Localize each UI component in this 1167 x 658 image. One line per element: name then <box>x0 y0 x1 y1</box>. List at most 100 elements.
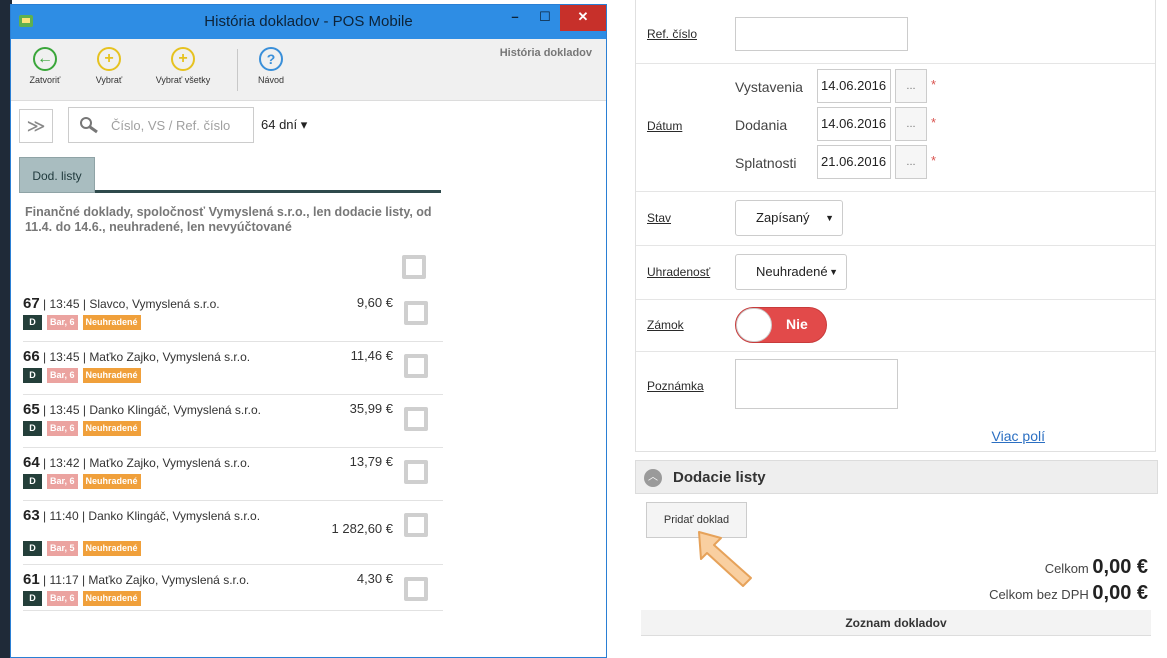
row-checkbox[interactable] <box>404 301 428 325</box>
date-row: Dátum Vystavenia 14.06.2016 ... * Dodani… <box>636 64 1155 192</box>
total-no-vat-label: Celkom bez DPH <box>989 587 1089 602</box>
pos-window: História dokladov - POS Mobile – ☐ ✕ ← Z… <box>10 4 607 658</box>
row-checkbox[interactable] <box>404 577 428 601</box>
document-time: 11:17 <box>49 573 79 587</box>
paid-select[interactable]: Neuhradené ▼ <box>735 254 847 290</box>
type-badge: D <box>23 541 42 556</box>
row-main: 65 | 13:45 | Danko Klingáč, Vymyslená s.… <box>23 401 261 418</box>
search-icon <box>80 117 98 134</box>
select-all-button[interactable]: + Vybrať všetky <box>149 47 217 85</box>
status-badge: Neuhradené <box>82 368 141 383</box>
status-badge: Neuhradené <box>82 591 141 606</box>
table-row[interactable]: 61 | 11:17 | Maťko Zajko, Vymyslená s.r.… <box>23 565 443 611</box>
close-button[interactable]: ← Zatvoriť <box>25 47 65 85</box>
document-number: 67 <box>23 295 40 312</box>
filter-row: ≫ Číslo, VS / Ref. číslo 64 dní ▾ <box>11 101 606 153</box>
paid-row: Uhradenosť Neuhradené ▼ <box>636 246 1155 300</box>
state-value: Zapísaný <box>756 210 810 225</box>
document-tags: D Bar, 6 Neuhradené <box>23 591 146 606</box>
status-badge: Neuhradené <box>82 541 141 556</box>
section-title: História dokladov <box>499 47 592 59</box>
toolbar-divider <box>237 49 238 91</box>
search-input[interactable]: Číslo, VS / Ref. číslo <box>68 107 254 143</box>
total-no-vat: Celkom bez DPH 0,00 € <box>989 582 1148 605</box>
issue-date-picker-button[interactable]: ... <box>895 69 927 103</box>
date-label: Dátum <box>647 119 683 133</box>
state-select[interactable]: Zapísaný ▼ <box>735 200 843 236</box>
table-row[interactable]: 65 | 13:45 | Danko Klingáč, Vymyslená s.… <box>23 395 443 448</box>
document-number: 65 <box>23 401 40 418</box>
lock-toggle[interactable]: Nie <box>735 307 827 343</box>
row-main: 64 | 13:42 | Maťko Zajko, Vymyslená s.r.… <box>23 454 251 471</box>
document-list-header: Zoznam dokladov <box>641 610 1151 636</box>
required-mark: * <box>931 153 937 168</box>
document-amount: 13,79 € <box>349 454 393 469</box>
maximize-button[interactable]: ☐ <box>533 5 557 31</box>
delivery-date-picker-button[interactable]: ... <box>895 107 927 141</box>
close-window-button[interactable]: ✕ <box>560 5 606 31</box>
paid-label: Uhradenosť <box>647 265 711 279</box>
document-time: 13:45 <box>49 297 80 311</box>
select-all-label: Vybrať všetky <box>155 75 211 85</box>
row-checkbox[interactable] <box>404 407 428 431</box>
help-button[interactable]: ? Návod <box>251 47 291 85</box>
document-time: 13:45 <box>49 350 80 364</box>
tab-bar: Dod. listy <box>19 153 441 193</box>
title-bar[interactable]: História dokladov - POS Mobile – ☐ ✕ <box>11 5 606 39</box>
status-badge: Neuhradené <box>82 315 141 330</box>
tab-delivery-notes[interactable]: Dod. listy <box>19 157 95 193</box>
select-all-checkbox[interactable] <box>402 255 426 279</box>
document-number: 61 <box>23 571 40 588</box>
table-row[interactable]: 64 | 13:42 | Maťko Zajko, Vymyslená s.r.… <box>23 448 443 501</box>
total-value: 0,00 € <box>1092 556 1148 578</box>
table-badge: Bar, 6 <box>47 368 78 383</box>
days-dropdown[interactable]: 64 dní ▾ <box>261 117 307 133</box>
issue-date-input[interactable]: 14.06.2016 <box>817 69 891 103</box>
select-button[interactable]: + Vybrať <box>89 47 129 85</box>
document-customer: Slavco, Vymyslená s.r.o. <box>89 297 220 311</box>
type-badge: D <box>23 474 42 489</box>
table-row[interactable]: 66 | 13:45 | Maťko Zajko, Vymyslená s.r.… <box>23 342 443 395</box>
document-amount: 1 282,60 € <box>331 521 393 536</box>
table-badge: Bar, 5 <box>47 541 78 556</box>
row-checkbox[interactable] <box>404 354 428 378</box>
lock-row: Zámok Nie <box>636 300 1155 352</box>
minimize-button[interactable]: – <box>504 5 526 31</box>
type-badge: D <box>23 421 42 436</box>
expand-filters-button[interactable]: ≫ <box>19 109 53 143</box>
document-customer: Maťko Zajko, Vymyslená s.r.o. <box>89 456 251 470</box>
document-number: 66 <box>23 348 40 365</box>
due-date-picker-button[interactable]: ... <box>895 145 927 179</box>
table-badge: Bar, 6 <box>47 421 78 436</box>
note-label: Poznámka <box>647 379 704 393</box>
document-customer: Danko Klingáč, Vymyslená s.r.o. <box>89 403 261 417</box>
ref-number-input[interactable] <box>735 17 908 51</box>
document-time: 13:42 <box>49 456 80 470</box>
plus-icon: + <box>97 47 121 71</box>
delivery-notes-header[interactable]: ︿ Dodacie listy <box>635 460 1158 494</box>
row-checkbox[interactable] <box>404 460 428 484</box>
type-badge: D <box>23 368 42 383</box>
row-checkbox[interactable] <box>404 513 428 537</box>
more-fields-link[interactable]: Viac polí <box>992 428 1045 444</box>
document-time: 11:40 <box>49 509 79 523</box>
delivery-date-input[interactable]: 14.06.2016 <box>817 107 891 141</box>
note-row: Poznámka <box>636 352 1155 452</box>
table-row[interactable]: 67 | 13:45 | Slavco, Vymyslená s.r.o. 9,6… <box>23 289 443 342</box>
collapse-icon[interactable]: ︿ <box>644 469 662 487</box>
search-placeholder: Číslo, VS / Ref. číslo <box>111 118 231 133</box>
document-amount: 11,46 € <box>350 348 393 363</box>
delivery-notes-title: Dodacie listy <box>673 469 766 486</box>
document-amount: 4,30 € <box>356 571 393 586</box>
row-main: 67 | 13:45 | Slavco, Vymyslená s.r.o. <box>23 295 220 312</box>
due-date-input[interactable]: 21.06.2016 <box>817 145 891 179</box>
note-textarea[interactable] <box>735 359 898 409</box>
document-amount: 9,60 € <box>356 295 393 310</box>
dropdown-arrow-icon: ▼ <box>825 213 834 223</box>
table-row[interactable]: 63 | 11:40 | Danko Klingáč, Vymyslená s.… <box>23 501 443 565</box>
select-label: Vybrať <box>95 75 123 85</box>
toolbar: ← Zatvoriť + Vybrať + Vybrať všetky ? Ná… <box>11 39 606 101</box>
document-customer: Maťko Zajko, Vymyslená s.r.o. <box>88 573 250 587</box>
total-no-vat-value: 0,00 € <box>1092 582 1148 604</box>
type-badge: D <box>23 591 42 606</box>
